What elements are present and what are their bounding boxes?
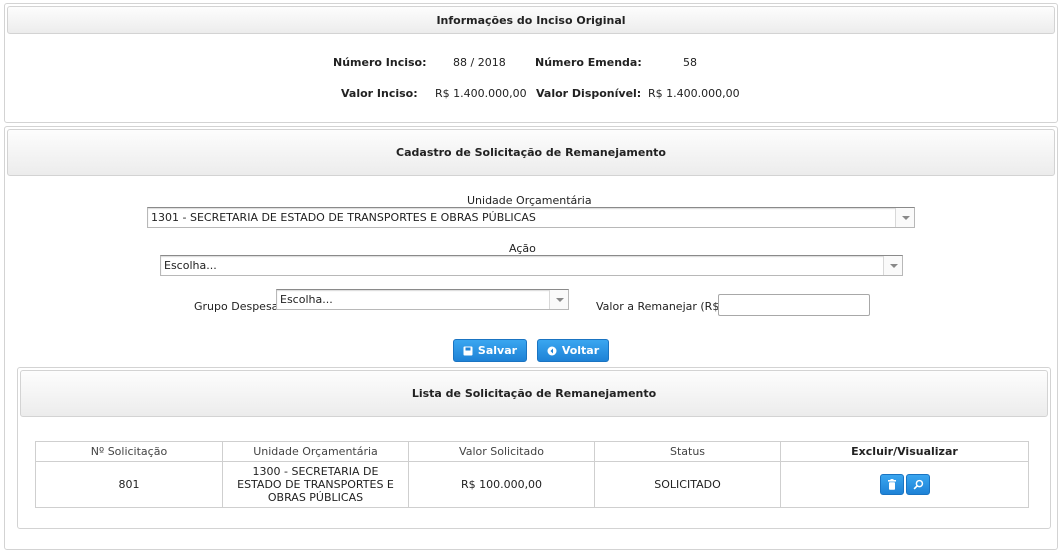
original-info-header: Informações do Inciso Original	[7, 6, 1055, 34]
acao-select[interactable]: Escolha...	[160, 255, 903, 276]
list-title: Lista de Solicitação de Remanejamento	[411, 387, 657, 400]
grupo-despesa-label: Grupo Despesa	[194, 300, 279, 313]
column-header-unidade: Unidade Orçamentária	[222, 441, 409, 462]
grupo-despesa-select[interactable]: Escolha...	[276, 289, 569, 310]
save-button-label: Salvar	[477, 344, 518, 357]
form-panel: Cadastro de Solicitação de Remanejamento…	[4, 126, 1058, 550]
column-header-valor: Valor Solicitado	[408, 441, 595, 462]
form-header: Cadastro de Solicitação de Remanejamento	[7, 129, 1055, 176]
list-header: Lista de Solicitação de Remanejamento	[20, 370, 1048, 417]
view-button[interactable]	[905, 474, 930, 495]
floppy-disk-icon	[463, 346, 473, 355]
save-button[interactable]: Salvar	[453, 339, 527, 362]
chevron-down-icon[interactable]	[549, 290, 568, 309]
valor-disponivel-label: Valor Disponível:	[536, 87, 642, 100]
grupo-despesa-select-value: Escolha...	[280, 293, 333, 306]
original-info-panel: Informações do Inciso Original Número In…	[4, 3, 1058, 123]
table-header-row: Nº Solicitação Unidade Orçamentária Valo…	[35, 441, 1029, 462]
unidade-label: Unidade Orçamentária	[467, 194, 592, 207]
arrow-left-circle-icon	[547, 346, 557, 355]
cell-actions	[780, 461, 1029, 508]
back-button-label: Voltar	[561, 344, 600, 357]
requests-table: Nº Solicitação Unidade Orçamentária Valo…	[35, 441, 1029, 508]
cell-status: SOLICITADO	[594, 461, 781, 508]
numero-emenda-label: Número Emenda:	[535, 56, 642, 69]
valor-remanejar-label: Valor a Remanejar (R$)	[596, 300, 724, 313]
column-header-status: Status	[594, 441, 781, 462]
numero-inciso-value: 88 / 2018	[453, 56, 506, 69]
acao-select-value: Escolha...	[164, 259, 217, 272]
cell-valor: R$ 100.000,00	[408, 461, 595, 508]
numero-emenda-value: 58	[683, 56, 697, 69]
original-info-title: Informações do Inciso Original	[436, 13, 626, 27]
chevron-down-icon[interactable]	[895, 208, 914, 227]
trash-icon	[887, 479, 896, 490]
back-button[interactable]: Voltar	[537, 339, 609, 362]
valor-disponivel-value: R$ 1.400.000,00	[648, 87, 740, 100]
cell-numero: 801	[35, 461, 223, 508]
numero-inciso-label: Número Inciso:	[333, 56, 427, 69]
table-row: 801 1300 - SECRETARIA DE ESTADO DE TRANS…	[35, 461, 1029, 508]
magnifier-icon	[913, 479, 923, 490]
unidade-select-value: 1301 - SECRETARIA DE ESTADO DE TRANSPORT…	[151, 211, 536, 224]
list-panel: Lista de Solicitação de Remanejamento Nº…	[17, 367, 1051, 529]
acao-label: Ação	[509, 242, 536, 255]
column-header-acoes: Excluir/Visualizar	[780, 441, 1029, 462]
chevron-down-icon[interactable]	[883, 256, 902, 275]
form-title: Cadastro de Solicitação de Remanejamento	[396, 146, 666, 159]
valor-inciso-label: Valor Inciso:	[341, 87, 418, 100]
column-header-numero: Nº Solicitação	[35, 441, 223, 462]
cell-unidade: 1300 - SECRETARIA DE ESTADO DE TRANSPORT…	[222, 461, 409, 508]
delete-button[interactable]	[879, 474, 904, 495]
valor-remanejar-input[interactable]	[718, 294, 870, 316]
valor-inciso-value: R$ 1.400.000,00	[435, 87, 527, 100]
unidade-select[interactable]: 1301 - SECRETARIA DE ESTADO DE TRANSPORT…	[147, 207, 915, 228]
